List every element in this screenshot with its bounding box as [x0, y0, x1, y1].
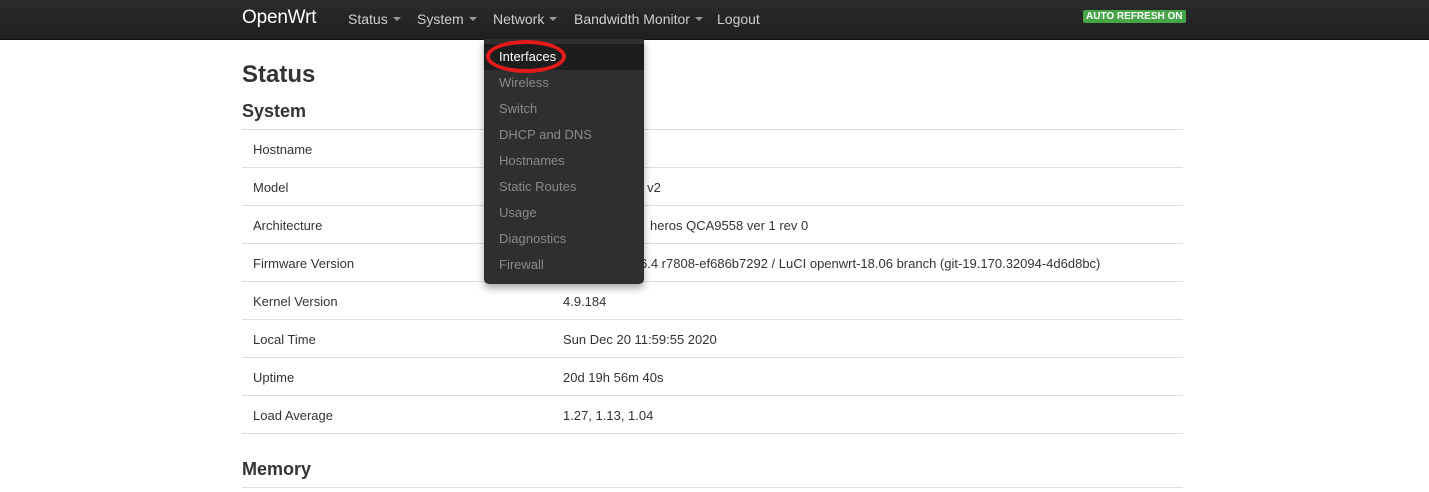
- chevron-down-icon: [549, 17, 558, 21]
- table-row: Uptime 20d 19h 56m 40s: [242, 358, 1183, 396]
- row-value: 1.27, 1.13, 1.04: [563, 408, 654, 423]
- nav-network-label: Network: [493, 11, 545, 27]
- table-row: Architecture heros QCA9558 ver 1 rev 0: [242, 206, 1183, 244]
- menu-item-diagnostics[interactable]: Diagnostics: [484, 226, 644, 252]
- table-row: Model r C7 v2: [242, 168, 1183, 206]
- auto-refresh-badge[interactable]: AUTO REFRESH ON: [1083, 10, 1186, 23]
- nav-system[interactable]: System: [417, 11, 477, 27]
- nav-logout[interactable]: Logout: [717, 11, 760, 27]
- table-row: Firmware Version 6.4 r7808-ef686b7292 / …: [242, 244, 1183, 282]
- menu-item-usage[interactable]: Usage: [484, 200, 644, 226]
- row-key: Kernel Version: [253, 294, 338, 309]
- row-key: Firmware Version: [253, 256, 355, 271]
- page-title: Status: [242, 61, 316, 88]
- row-key: Hostname: [253, 142, 313, 157]
- table-row: Kernel Version 4.9.184: [242, 282, 1183, 320]
- menu-item-dhcp-and-dns[interactable]: DHCP and DNS: [484, 122, 644, 148]
- row-value: 6.4 r7808-ef686b7292 / LuCI openwrt-18.0…: [640, 256, 1101, 271]
- menu-item-interfaces[interactable]: Interfaces: [484, 44, 644, 70]
- network-dropdown-menu: Interfaces Wireless Switch DHCP and DNS …: [484, 39, 644, 284]
- chevron-down-icon: [392, 17, 401, 21]
- nav-status-label: Status: [348, 11, 388, 27]
- row-value: Sun Dec 20 11:59:55 2020: [563, 332, 717, 347]
- brand-logo[interactable]: OpenWrt: [242, 7, 316, 29]
- menu-item-hostnames[interactable]: Hostnames: [484, 148, 644, 174]
- row-key: Local Time: [253, 332, 316, 347]
- top-navbar: OpenWrt Status System Network Bandwidth …: [0, 0, 1429, 40]
- nav-network[interactable]: Network: [493, 11, 558, 27]
- nav-bandwidth-monitor-label: Bandwidth Monitor: [574, 11, 690, 27]
- section-divider: [242, 487, 1183, 488]
- row-key: Load Average: [253, 408, 333, 423]
- menu-item-wireless[interactable]: Wireless: [484, 70, 644, 96]
- menu-item-firewall[interactable]: Firewall: [484, 252, 644, 278]
- section-heading-system: System: [242, 101, 307, 121]
- nav-bandwidth-monitor[interactable]: Bandwidth Monitor: [574, 11, 703, 27]
- row-value: heros QCA9558 ver 1 rev 0: [650, 218, 809, 233]
- chevron-down-icon: [468, 17, 477, 21]
- chevron-down-icon: [694, 17, 703, 21]
- table-row: Hostname: [242, 130, 1183, 168]
- row-key: Architecture: [253, 218, 323, 233]
- table-row: Load Average 1.27, 1.13, 1.04: [242, 396, 1183, 434]
- menu-item-switch[interactable]: Switch: [484, 96, 644, 122]
- section-heading-memory: Memory: [242, 459, 312, 479]
- row-value: 4.9.184: [563, 294, 607, 309]
- system-table: Hostname Model r C7 v2 Architecture hero…: [242, 129, 1183, 434]
- nav-status[interactable]: Status: [348, 11, 401, 27]
- nav-system-label: System: [417, 11, 464, 27]
- row-value: 20d 19h 56m 40s: [563, 370, 664, 385]
- table-row: Local Time Sun Dec 20 11:59:55 2020: [242, 320, 1183, 358]
- row-key: Uptime: [253, 370, 295, 385]
- menu-item-static-routes[interactable]: Static Routes: [484, 174, 644, 200]
- row-key: Model: [253, 180, 289, 195]
